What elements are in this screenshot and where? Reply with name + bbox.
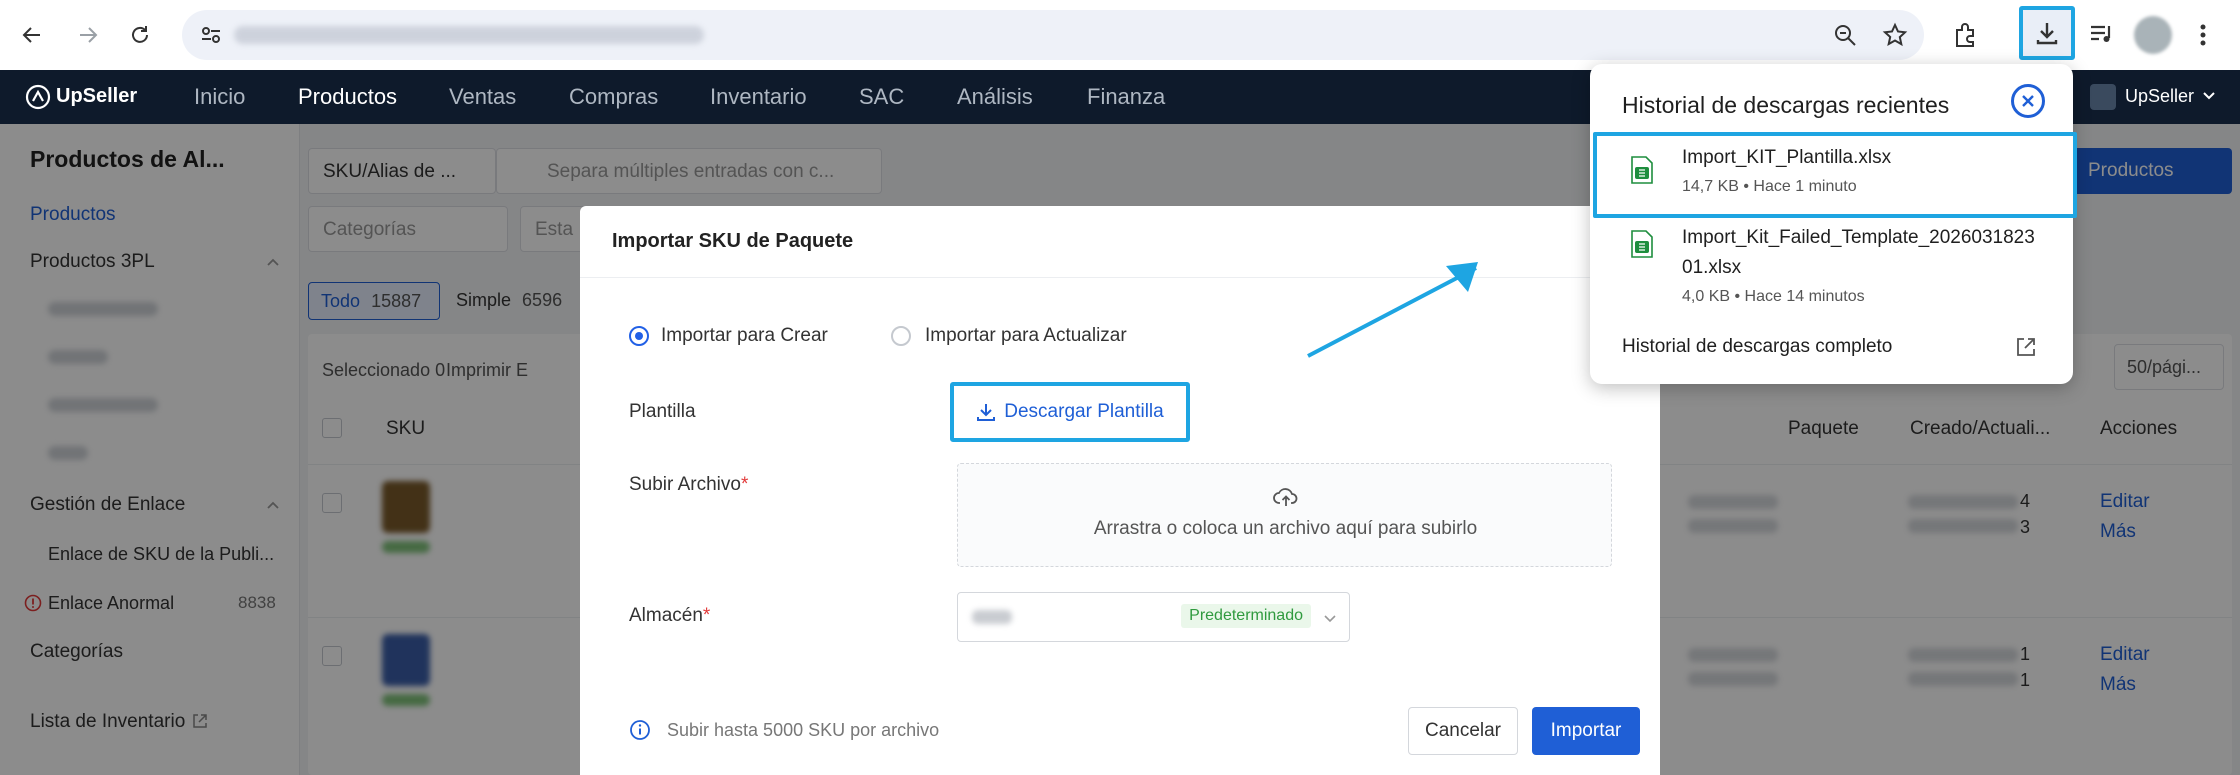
extensions-icon[interactable]	[1952, 21, 1980, 49]
download-file-name: Import_Kit_Failed_Template_2026031823	[1682, 227, 2035, 248]
download-template-label: Descargar Plantilla	[1004, 401, 1164, 422]
info-text: Subir hasta 5000 SKU por archivo	[667, 720, 940, 740]
forward-arrow-icon[interactable]	[68, 15, 108, 55]
import-button-label: Importar	[1550, 720, 1622, 741]
download-file-meta: 4,0 KB • Hace 14 minutos	[1682, 288, 1865, 305]
logo-text[interactable]: UpSeller	[56, 85, 137, 108]
reload-icon[interactable]	[120, 15, 160, 55]
url-text-blurred	[234, 26, 704, 44]
media-control-icon[interactable]	[2088, 21, 2116, 47]
cancel-button[interactable]: Cancelar	[1408, 707, 1518, 755]
download-template-button[interactable]: Descargar Plantilla	[950, 382, 1190, 442]
radio-import-create-label[interactable]: Importar para Crear	[661, 325, 828, 347]
nav-inventario[interactable]: Inventario	[710, 84, 807, 110]
nav-ventas[interactable]: Ventas	[449, 84, 516, 110]
upload-file-label-text: Subir Archivo	[629, 474, 741, 495]
close-icon[interactable]	[2011, 84, 2045, 118]
site-settings-icon[interactable]	[200, 25, 222, 45]
file-dropzone[interactable]: Arrastra o coloca un archivo aquí para s…	[957, 463, 1612, 567]
template-label: Plantilla	[629, 401, 696, 422]
modal-title: Importar SKU de Paquete	[612, 230, 854, 252]
default-warehouse-tag: Predeterminado	[1181, 604, 1311, 628]
upload-file-label: Subir Archivo*	[629, 474, 749, 495]
annotation-arrow-icon	[1307, 262, 1478, 358]
address-bar[interactable]	[182, 10, 1924, 60]
xlsx-file-icon	[1631, 230, 1653, 258]
import-button[interactable]: Importar	[1532, 707, 1640, 755]
more-vert-icon[interactable]	[2196, 21, 2210, 49]
back-arrow-icon[interactable]	[12, 15, 52, 55]
cancel-button-label: Cancelar	[1424, 720, 1502, 741]
nav-sac[interactable]: SAC	[859, 84, 904, 110]
browser-toolbar	[0, 0, 2240, 70]
nav-productos[interactable]: Productos	[298, 84, 397, 110]
download-item[interactable]: Import_Kit_Failed_Template_2026031823 01…	[1590, 216, 2073, 328]
radio-import-create[interactable]	[629, 326, 649, 346]
warehouse-value-blurred	[972, 610, 1012, 624]
downloads-popup: Historial de descargas recientes Import_…	[1590, 64, 2077, 384]
external-link-icon[interactable]	[2015, 336, 2037, 358]
download-file-name-cont: 01.xlsx	[1682, 257, 1742, 278]
downloads-title: Historial de descargas recientes	[1622, 92, 1950, 118]
radio-import-update-label[interactable]: Importar para Actualizar	[925, 325, 1127, 347]
chevron-down-icon	[1323, 611, 1337, 625]
download-item-highlight	[1593, 132, 2077, 218]
account-name[interactable]: UpSeller	[2125, 86, 2194, 107]
radio-import-update[interactable]	[891, 326, 911, 346]
warehouse-label: Almacén*	[629, 605, 711, 626]
star-icon[interactable]	[1882, 22, 1908, 48]
download-icon	[977, 404, 996, 421]
nav-analisis[interactable]: Análisis	[957, 84, 1033, 110]
full-history-link[interactable]: Historial de descargas completo	[1622, 336, 1892, 358]
chevron-down-icon[interactable]	[2202, 88, 2216, 102]
warehouse-select[interactable]: Predeterminado	[957, 592, 1350, 642]
account-avatar[interactable]	[2090, 84, 2116, 110]
cloud-upload-icon	[1273, 486, 1299, 508]
dropzone-text: Arrastra o coloca un archivo aquí para s…	[1093, 518, 1478, 539]
profile-avatar[interactable]	[2134, 16, 2172, 54]
upseller-logo-icon	[24, 83, 52, 111]
zoom-icon[interactable]	[1832, 22, 1858, 48]
warehouse-label-text: Almacén	[629, 605, 703, 626]
nav-finanza[interactable]: Finanza	[1087, 84, 1165, 110]
nav-compras[interactable]: Compras	[569, 84, 658, 110]
nav-inicio[interactable]: Inicio	[194, 84, 245, 110]
info-icon	[629, 719, 651, 741]
download-icon[interactable]	[2019, 6, 2075, 60]
